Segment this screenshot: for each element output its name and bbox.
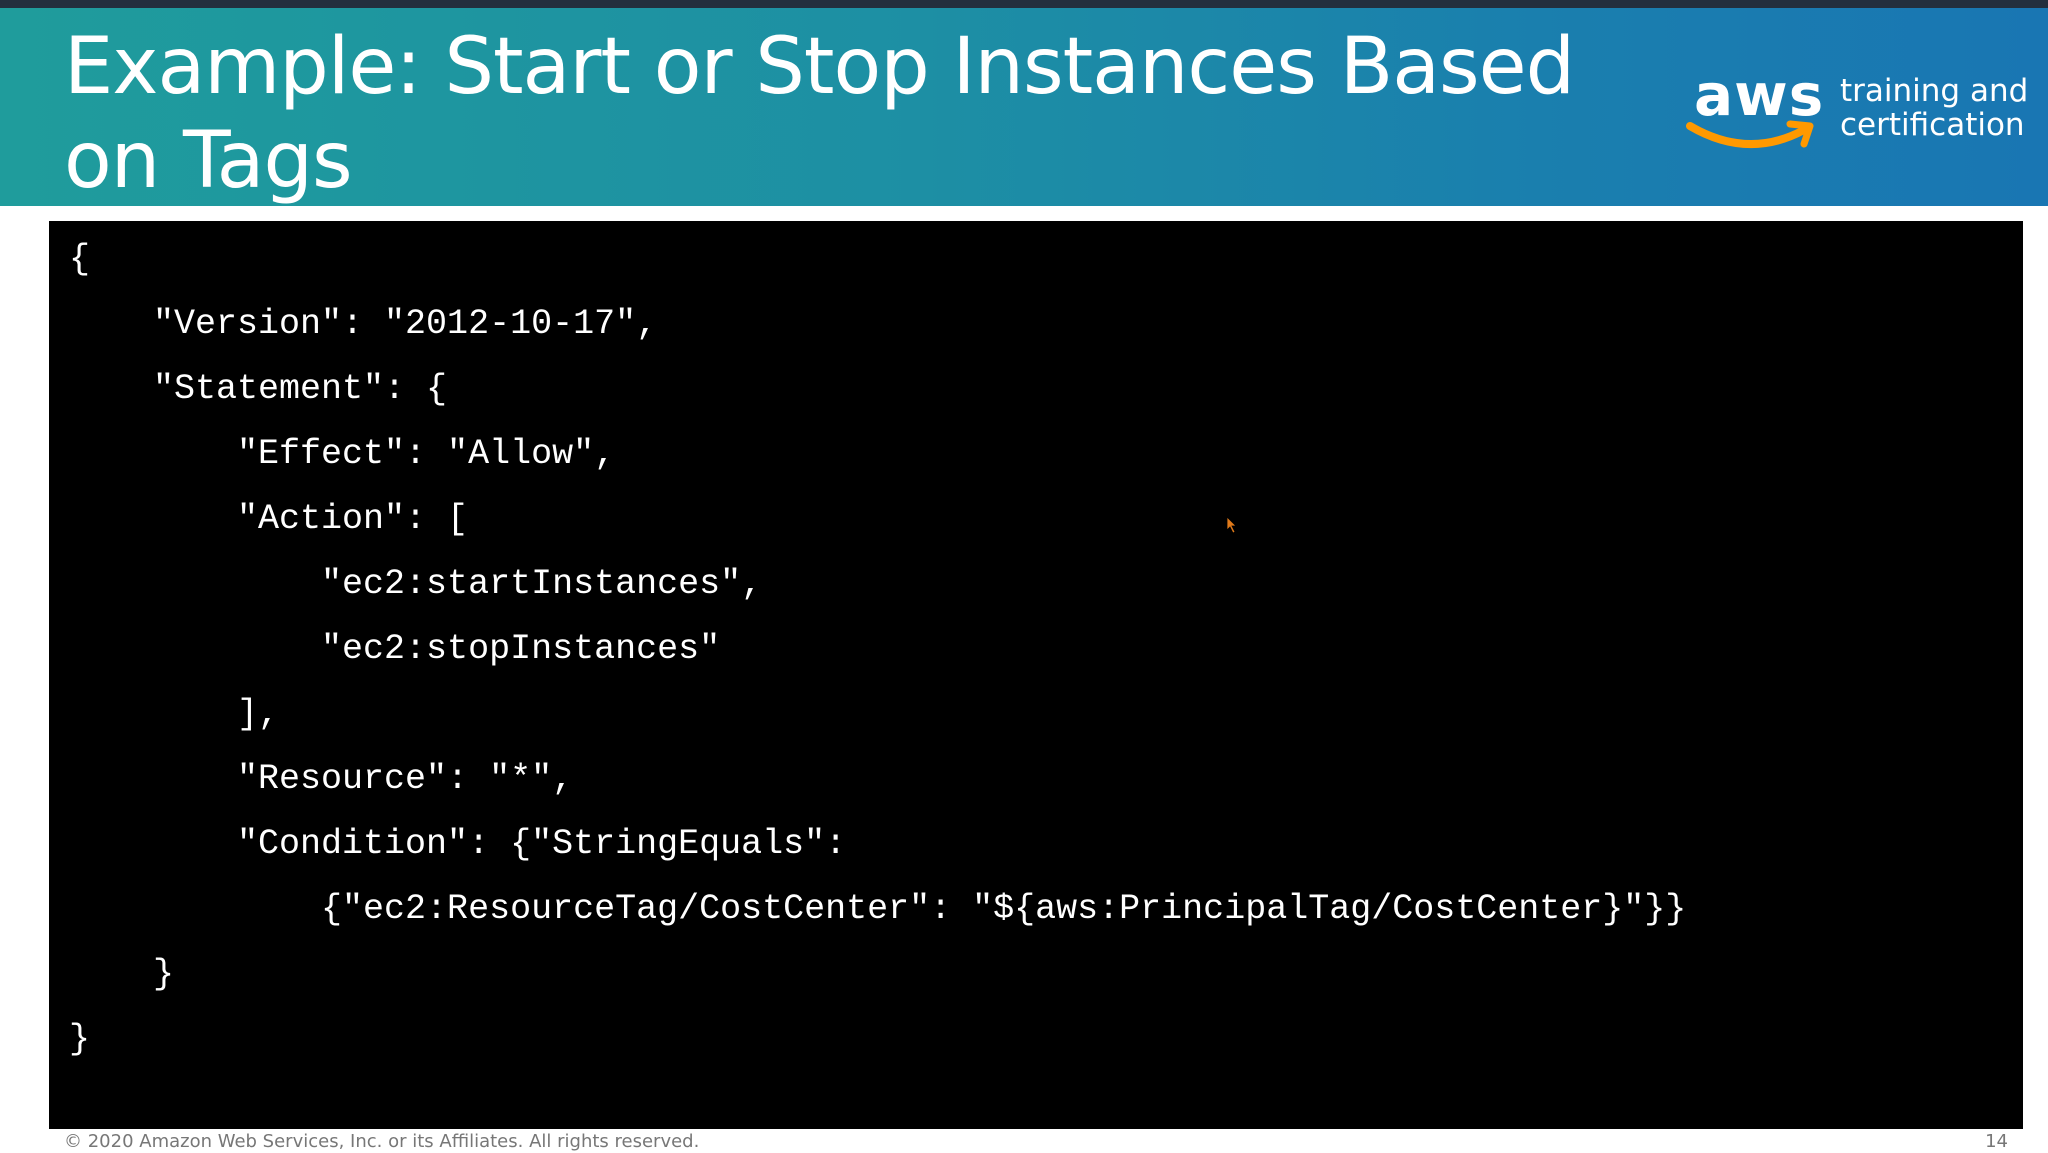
policy-code-block: { "Version": "2012-10-17", "Statement": … [69,227,1686,1072]
aws-logo-mark: aws [1686,61,1823,162]
page-number: 14 [1985,1131,2008,1152]
aws-logo: aws training and certification [1686,61,2028,166]
code-line: ], [69,694,280,734]
code-panel: { "Version": "2012-10-17", "Statement": … [49,221,2023,1129]
aws-smile-icon [1686,120,1814,148]
code-line: "Effect": "Allow", [69,434,616,474]
code-line: } [69,1019,91,1059]
slide: Example: Start or Stop Instances Based o… [0,0,2048,1153]
tagline-line-2: certification [1840,107,2025,143]
code-line: { [69,239,91,279]
code-line: "Statement": { [69,369,448,409]
top-strip [0,0,2048,8]
tagline-line-1: training and [1840,73,2029,109]
code-line: "Action": [ [69,499,469,539]
code-line: "ec2:stopInstances" [69,629,721,669]
slide-header: Example: Start or Stop Instances Based o… [0,8,2048,206]
code-line: "Condition": {"StringEquals": [69,824,847,864]
code-line: "Resource": "*", [69,759,574,799]
code-line: "Version": "2012-10-17", [69,304,658,344]
footer-copyright: © 2020 Amazon Web Services, Inc. or its … [64,1131,700,1152]
code-line: } [69,954,175,994]
slide-title: Example: Start or Stop Instances Based o… [64,22,1575,206]
aws-logo-tagline: training and certification [1840,74,2040,142]
code-line: "ec2:startInstances", [69,564,763,604]
code-line: {"ec2:ResourceTag/CostCenter": "${aws:Pr… [69,889,1687,929]
mouse-pointer-icon [1226,516,1237,534]
